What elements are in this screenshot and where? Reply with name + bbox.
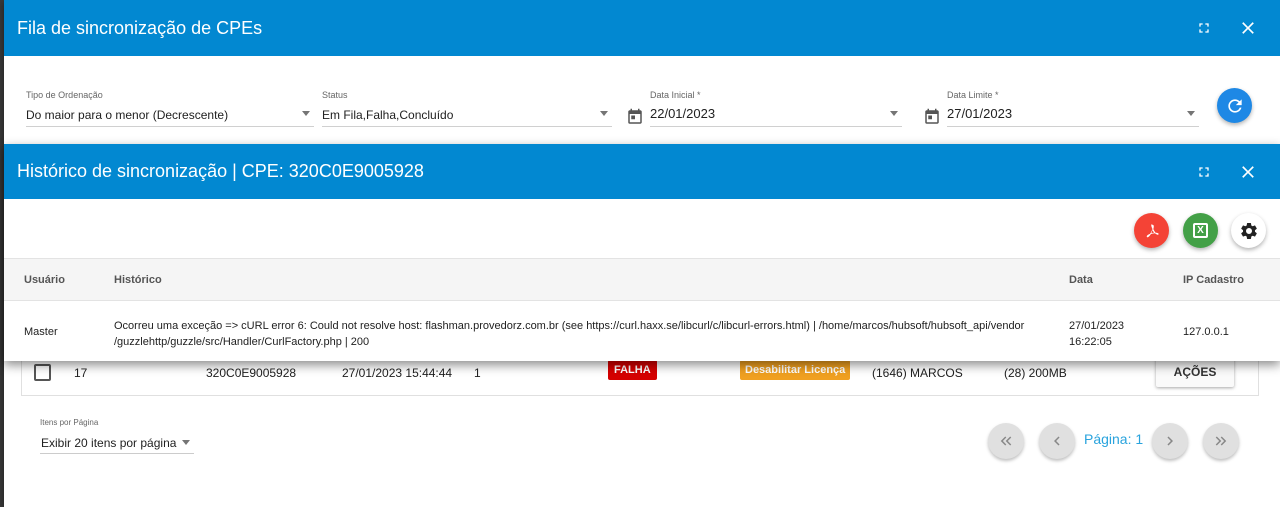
column-ip: IP Cadastro xyxy=(1183,274,1244,286)
chevron-down-icon xyxy=(600,111,608,116)
row-checkbox[interactable] xyxy=(34,364,51,381)
action-badge: Desabilitar Licença xyxy=(740,360,851,380)
first-page-button[interactable] xyxy=(988,423,1024,459)
column-history: Histórico xyxy=(114,274,162,286)
column-date: Data xyxy=(1069,274,1093,286)
history-user: Master xyxy=(24,326,58,338)
history-date: 27/01/2023 16:22:05 xyxy=(1069,320,1125,348)
last-page-button[interactable] xyxy=(1203,423,1239,459)
table-row: Master Ocorreu uma exceção => cURL error… xyxy=(4,301,1280,361)
row-user: (1646) MARCOS xyxy=(872,366,963,380)
filters-panel: Tipo de Ordenação Do maior para o menor … xyxy=(4,56,1280,146)
gear-icon xyxy=(1240,222,1257,239)
fullscreen-icon[interactable] xyxy=(1192,160,1216,184)
start-date-label: Data Inicial * xyxy=(650,90,701,100)
pdf-icon xyxy=(1146,223,1159,237)
export-excel-button[interactable]: X xyxy=(1183,213,1218,248)
history-table-header: Usuário Histórico Data IP Cadastro xyxy=(4,258,1280,301)
chevron-down-icon xyxy=(890,111,898,116)
chevron-right-icon xyxy=(1167,436,1173,446)
close-icon[interactable] xyxy=(1236,160,1260,184)
calendar-icon[interactable] xyxy=(923,108,941,126)
chevron-left-icon xyxy=(1054,436,1060,446)
chevron-down-icon xyxy=(182,440,190,445)
calendar-icon[interactable] xyxy=(626,108,644,126)
sync-queue-titlebar: Fila de sincronização de CPEs xyxy=(4,0,1280,56)
per-page-label: Itens por Página xyxy=(40,418,99,427)
fullscreen-icon[interactable] xyxy=(1192,16,1216,40)
refresh-icon xyxy=(1227,98,1242,113)
sync-history-dialog: Histórico de sincronização | CPE: 320C0E… xyxy=(4,144,1280,361)
double-chevron-left-icon xyxy=(1000,436,1012,446)
row-attempts: 1 xyxy=(474,366,481,380)
status-label: Status xyxy=(322,90,348,100)
start-date-value: 22/01/2023 xyxy=(650,106,716,121)
history-text: Ocorreu uma exceção => cURL error 6: Cou… xyxy=(114,320,1025,348)
export-pdf-button[interactable] xyxy=(1134,213,1169,248)
excel-icon: X xyxy=(1193,223,1208,238)
row-plan: (28) 200MB xyxy=(1004,366,1067,380)
status-badge: FALHA xyxy=(608,360,657,380)
page-indicator: Página: 1 xyxy=(1084,431,1144,447)
status-value: Em Fila,Falha,Concluído xyxy=(322,108,454,122)
row-id: 17 xyxy=(74,366,88,380)
end-date-field[interactable]: Data Limite * 27/01/2023 xyxy=(947,90,1199,127)
ordering-label: Tipo de Ordenação xyxy=(26,90,103,100)
end-date-value: 27/01/2023 xyxy=(947,106,1013,121)
row-datetime: 27/01/2023 15:44:44 xyxy=(342,366,453,380)
double-chevron-right-icon xyxy=(1215,436,1227,446)
chevron-down-icon xyxy=(1187,111,1195,116)
ordering-value: Do maior para o menor (Decrescente) xyxy=(26,108,229,122)
refresh-button[interactable] xyxy=(1217,88,1252,123)
settings-button[interactable] xyxy=(1231,213,1266,248)
next-page-button[interactable] xyxy=(1152,423,1188,459)
close-icon[interactable] xyxy=(1236,16,1260,40)
ordering-select[interactable]: Tipo de Ordenação Do maior para o menor … xyxy=(26,90,314,127)
sync-history-title: Histórico de sincronização | CPE: 320C0E… xyxy=(17,161,424,181)
sync-queue-title: Fila de sincronização de CPEs xyxy=(17,17,263,38)
status-select[interactable]: Status Em Fila,Falha,Concluído xyxy=(322,90,612,127)
chevron-down-icon xyxy=(302,111,310,116)
per-page-select[interactable]: Itens por Página Exibir 20 itens por pág… xyxy=(40,418,194,454)
sync-history-titlebar: Histórico de sincronização | CPE: 320C0E… xyxy=(4,144,1280,199)
history-ip: 127.0.0.1 xyxy=(1183,326,1229,338)
per-page-value: Exibir 20 itens por página xyxy=(41,436,177,450)
end-date-label: Data Limite * xyxy=(947,90,999,100)
column-user: Usuário xyxy=(24,274,65,286)
previous-page-button[interactable] xyxy=(1039,423,1075,459)
row-cpe: 320C0E9005928 xyxy=(206,366,297,380)
start-date-field[interactable]: Data Inicial * 22/01/2023 xyxy=(650,90,902,127)
